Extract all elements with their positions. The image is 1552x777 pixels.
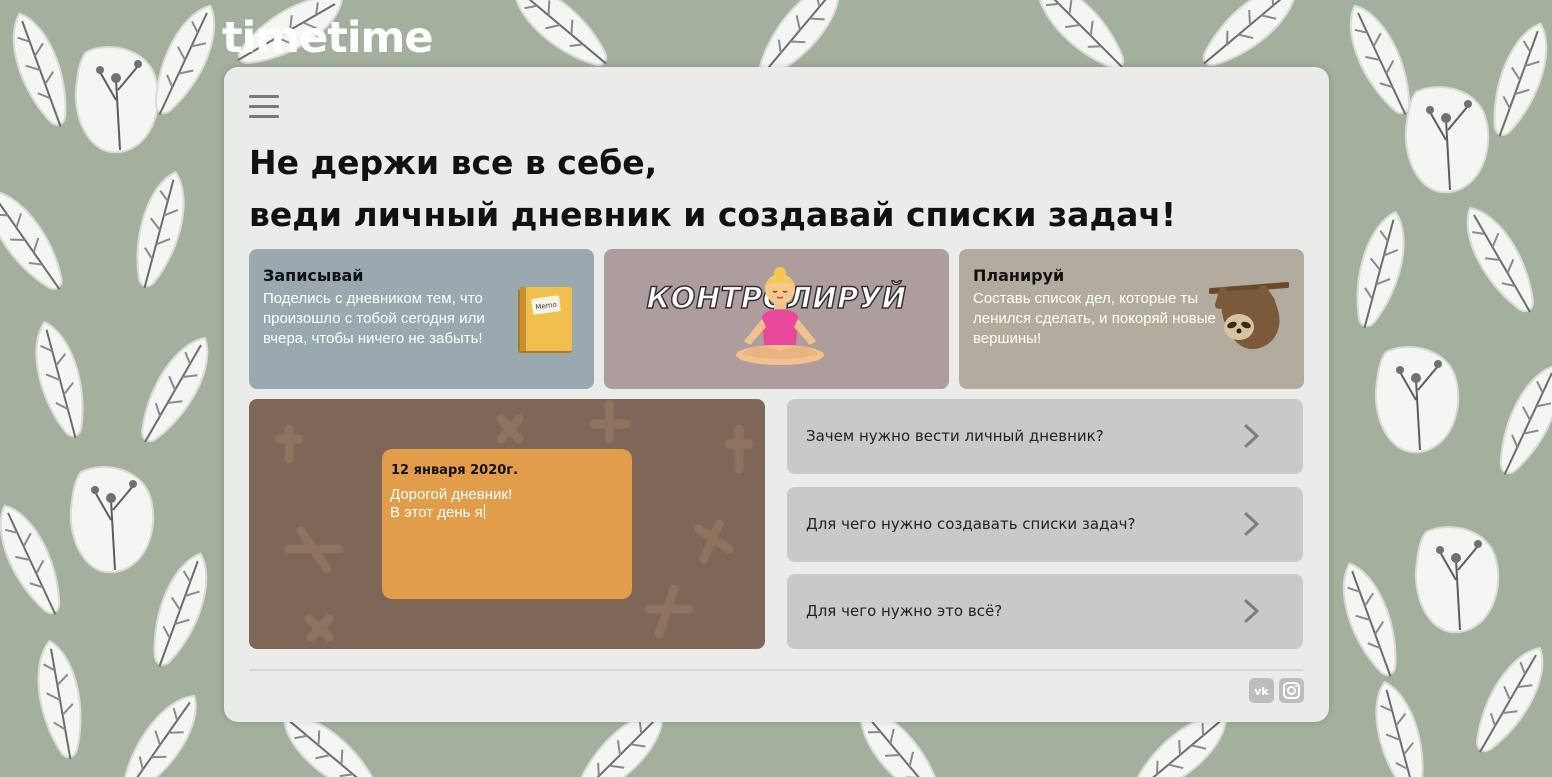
page-headline: Не держи все в себе, веди личный дневник… — [249, 137, 1176, 241]
sloth-icon — [1209, 282, 1289, 350]
chevron-right-icon — [1244, 512, 1259, 536]
card-title: Записывай — [263, 266, 364, 285]
site-logo[interactable]: timetime — [222, 12, 434, 64]
note-line-2: В этот день я — [390, 504, 483, 521]
diary-note[interactable]: 12 января 2020г. Дорогой дневник! В этот… — [382, 449, 632, 599]
meditating-woman-icon — [736, 267, 824, 365]
card-record[interactable]: Записывай Поделись с дневником тем, что … — [249, 249, 594, 389]
faq-label: Для чего нужно создавать списки задач? — [806, 515, 1136, 533]
menu-bar — [249, 95, 279, 98]
notebook-icon: Memo — [518, 287, 572, 353]
faq-item-tasks[interactable]: Для чего нужно создавать списки задач? — [787, 487, 1303, 562]
diary-preview: 12 января 2020г. Дорогой дневник! В этот… — [249, 399, 765, 649]
card-control[interactable]: Контролируй — [604, 249, 949, 389]
note-input[interactable]: Дорогой дневник! В этот день я — [390, 486, 620, 586]
note-line-1: Дорогой дневник! — [390, 486, 513, 503]
faq-item-diary[interactable]: Зачем нужно вести личный дневник? — [787, 399, 1303, 474]
headline-line-2: веди личный дневник и создавай списки за… — [249, 195, 1177, 234]
chevron-right-icon — [1244, 424, 1259, 448]
faq-label: Для чего нужно это всё? — [806, 602, 1003, 620]
headline-line-1: Не держи все в себе, — [249, 143, 658, 182]
vk-icon[interactable]: vk — [1249, 678, 1274, 703]
chevron-right-icon — [1244, 599, 1259, 623]
card-text: Поделись с дневником тем, что произошло … — [263, 290, 485, 347]
card-plan[interactable]: Планируй Составь список дел, которые ты … — [959, 249, 1304, 389]
hamburger-menu-button[interactable] — [249, 95, 281, 119]
faq-item-why[interactable]: Для чего нужно это всё? — [787, 574, 1303, 649]
main-panel: Не держи все в себе, веди личный дневник… — [224, 67, 1329, 722]
card-title: Планируй — [973, 266, 1065, 285]
menu-bar — [249, 115, 279, 118]
faq-label: Зачем нужно вести личный дневник? — [806, 427, 1104, 445]
instagram-icon[interactable] — [1279, 678, 1304, 703]
svg-text:vk: vk — [1254, 685, 1269, 698]
menu-bar — [249, 105, 279, 108]
note-date: 12 января 2020г. — [391, 463, 519, 478]
card-text: Составь список дел, которые ты ленился с… — [973, 290, 1216, 347]
text-caret — [483, 504, 485, 519]
footer-divider — [249, 669, 1303, 671]
